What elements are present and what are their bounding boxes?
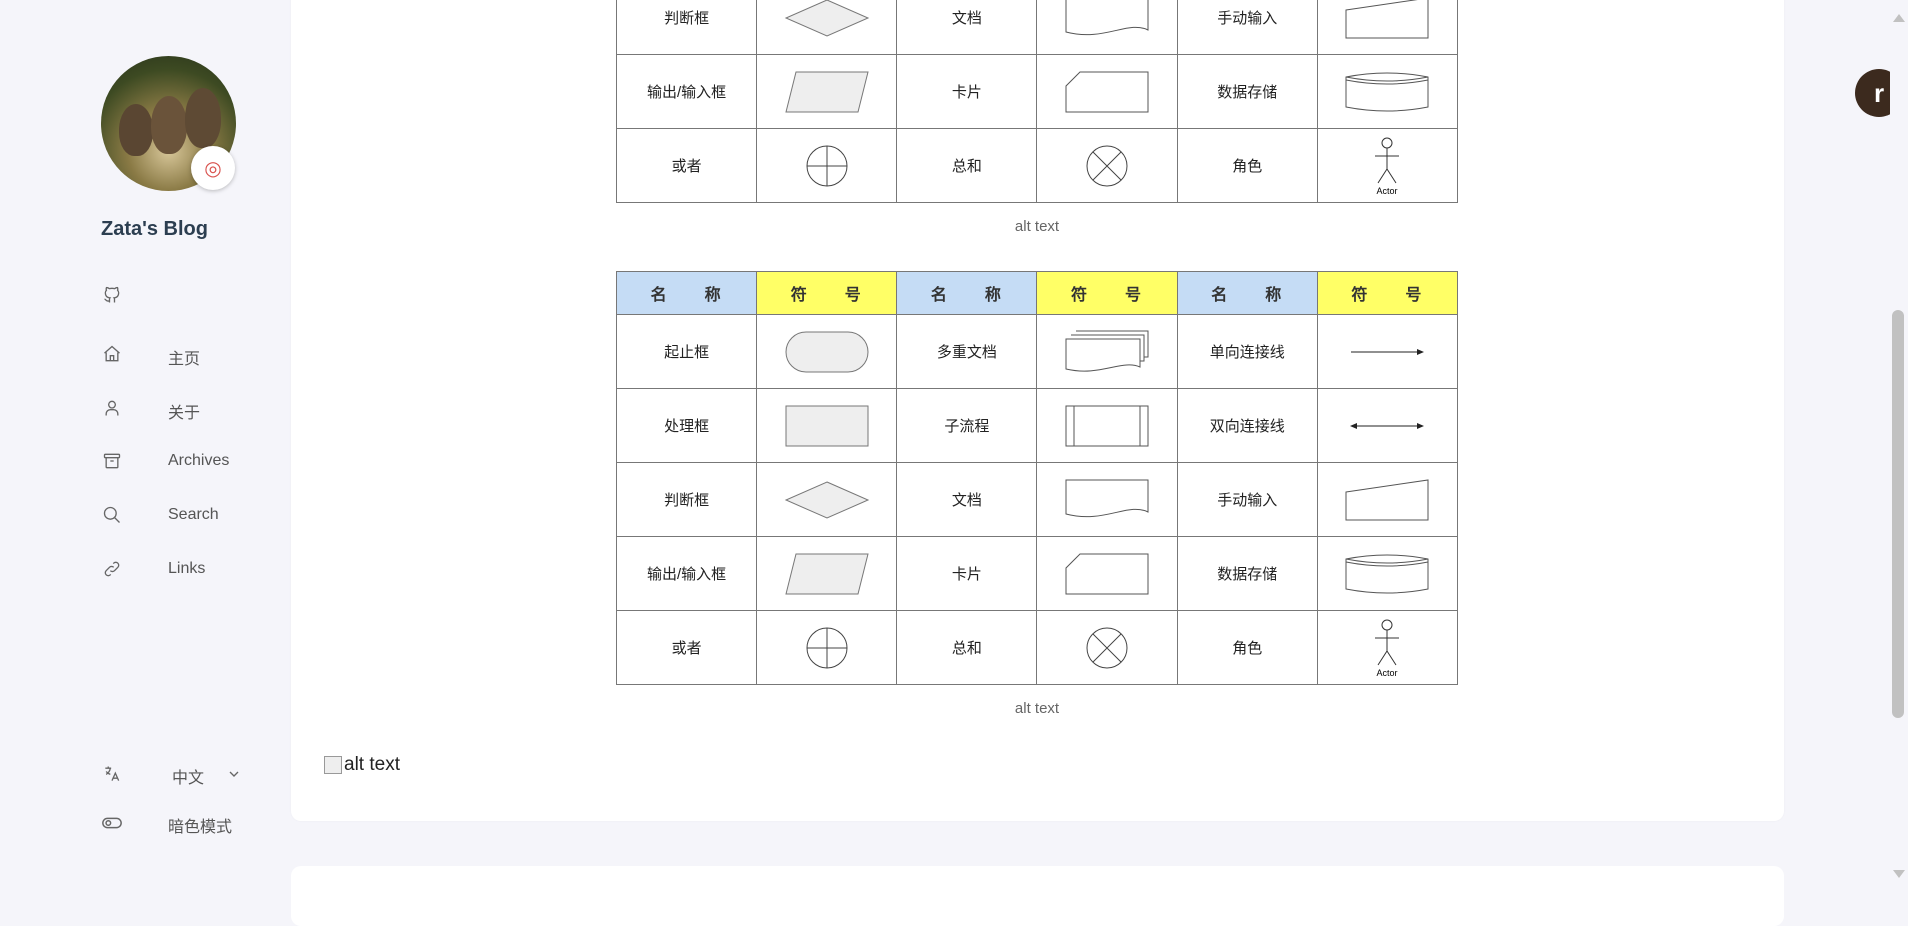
cell-name: 子流程 — [896, 388, 1038, 463]
parallelogram-symbol — [756, 54, 898, 129]
header-symbol: 符 号 — [756, 271, 898, 315]
data-storage-symbol — [1316, 54, 1459, 129]
nav-home[interactable]: 主页 — [168, 345, 200, 369]
cell-name: 双向连接线 — [1176, 388, 1318, 463]
sum-symbol — [1036, 128, 1178, 203]
language-select[interactable]: 中文 — [172, 764, 204, 788]
document-symbol — [1036, 0, 1178, 55]
diamond-symbol — [756, 0, 898, 55]
one-way-arrow-symbol — [1316, 314, 1459, 389]
data-storage-symbol — [1316, 536, 1459, 611]
cell-name: 起止框 — [615, 314, 758, 389]
scroll-down-arrow[interactable] — [1893, 870, 1905, 878]
cell-name: 总和 — [896, 610, 1038, 685]
cell-name: 处理框 — [615, 388, 758, 463]
actor-symbol: Actor — [1316, 610, 1459, 685]
cell-name: 总和 — [896, 128, 1038, 203]
scroll-up-arrow[interactable] — [1893, 14, 1905, 22]
cell-name: 数据存储 — [1176, 54, 1318, 129]
cell-name: 角色 — [1176, 610, 1318, 685]
archive-icon[interactable] — [101, 450, 123, 472]
broken-image: alt text — [324, 754, 400, 776]
cell-name: 手动输入 — [1176, 0, 1318, 55]
card-symbol — [1036, 54, 1178, 129]
flowchart-symbol-table-2: 名 称 符 号 名 称 符 号 名 称 符 号 起止框 多重文档 单向连接线 处… — [615, 271, 1459, 685]
cell-name: 卡片 — [896, 536, 1038, 611]
terminator-symbol — [756, 314, 898, 389]
header-symbol: 符 号 — [1036, 271, 1178, 315]
cell-name: 角色 — [1176, 128, 1318, 203]
cell-name: 多重文档 — [896, 314, 1038, 389]
nav-search[interactable]: Search — [168, 506, 219, 524]
header-name: 名 称 — [615, 271, 758, 315]
cell-name: 判断框 — [615, 462, 758, 537]
github-icon[interactable] — [101, 284, 123, 306]
broken-image-icon — [324, 756, 342, 774]
subprocess-symbol — [1036, 388, 1178, 463]
svg-text:Actor: Actor — [1377, 668, 1398, 678]
cell-name: 或者 — [615, 128, 758, 203]
cell-name: 或者 — [615, 610, 758, 685]
multi-document-symbol — [1036, 314, 1178, 389]
chevron-down-icon[interactable] — [223, 763, 245, 785]
flowchart-symbol-table-1: 判断框 文档 手动输入 输出/输入框 卡片 数据存储 或者 总和 角色 Acto… — [615, 0, 1459, 203]
toggle-icon[interactable] — [101, 812, 123, 834]
cell-name: 手动输入 — [1176, 462, 1318, 537]
nav-archives[interactable]: Archives — [168, 452, 229, 470]
header-name: 名 称 — [1176, 271, 1318, 315]
header-name: 名 称 — [896, 271, 1038, 315]
sum-symbol — [1036, 610, 1178, 685]
avatar-emoji-badge: ◎ — [191, 146, 235, 190]
parallelogram-symbol — [756, 536, 898, 611]
or-symbol — [756, 610, 898, 685]
translate-icon[interactable] — [101, 763, 123, 785]
blog-title[interactable]: Zata's Blog — [101, 218, 208, 241]
header-symbol: 符 号 — [1316, 271, 1459, 315]
broken-image-alt: alt text — [344, 754, 400, 775]
dark-mode-toggle[interactable]: 暗色模式 — [168, 813, 232, 837]
card-symbol — [1036, 536, 1178, 611]
cell-name: 数据存储 — [1176, 536, 1318, 611]
cell-name: 输出/输入框 — [615, 54, 758, 129]
nav-links[interactable]: Links — [168, 560, 205, 578]
cell-name: 单向连接线 — [1176, 314, 1318, 389]
home-icon[interactable] — [101, 343, 123, 365]
actor-symbol: Actor — [1316, 128, 1459, 203]
two-way-arrow-symbol — [1316, 388, 1459, 463]
next-card — [291, 866, 1784, 926]
or-symbol — [756, 128, 898, 203]
svg-text:Actor: Actor — [1377, 186, 1398, 196]
cell-name: 文档 — [896, 462, 1038, 537]
figure-caption-2: alt text — [1014, 700, 1060, 717]
manual-input-symbol — [1316, 462, 1459, 537]
search-icon[interactable] — [101, 504, 123, 526]
cell-name: 文档 — [896, 0, 1038, 55]
cell-name: 输出/输入框 — [615, 536, 758, 611]
manual-input-symbol — [1316, 0, 1459, 55]
document-symbol — [1036, 462, 1178, 537]
sidebar: ◎ Zata's Blog 主页 关于 Archives Search Link… — [0, 0, 290, 891]
figure-caption-1: alt text — [1014, 218, 1060, 235]
link-icon[interactable] — [101, 558, 123, 580]
scrollbar-thumb[interactable] — [1892, 310, 1904, 718]
cell-name: 卡片 — [896, 54, 1038, 129]
diamond-symbol — [756, 462, 898, 537]
nav-about[interactable]: 关于 — [168, 399, 200, 423]
process-symbol — [756, 388, 898, 463]
user-icon[interactable] — [101, 397, 123, 419]
cell-name: 判断框 — [615, 0, 758, 55]
